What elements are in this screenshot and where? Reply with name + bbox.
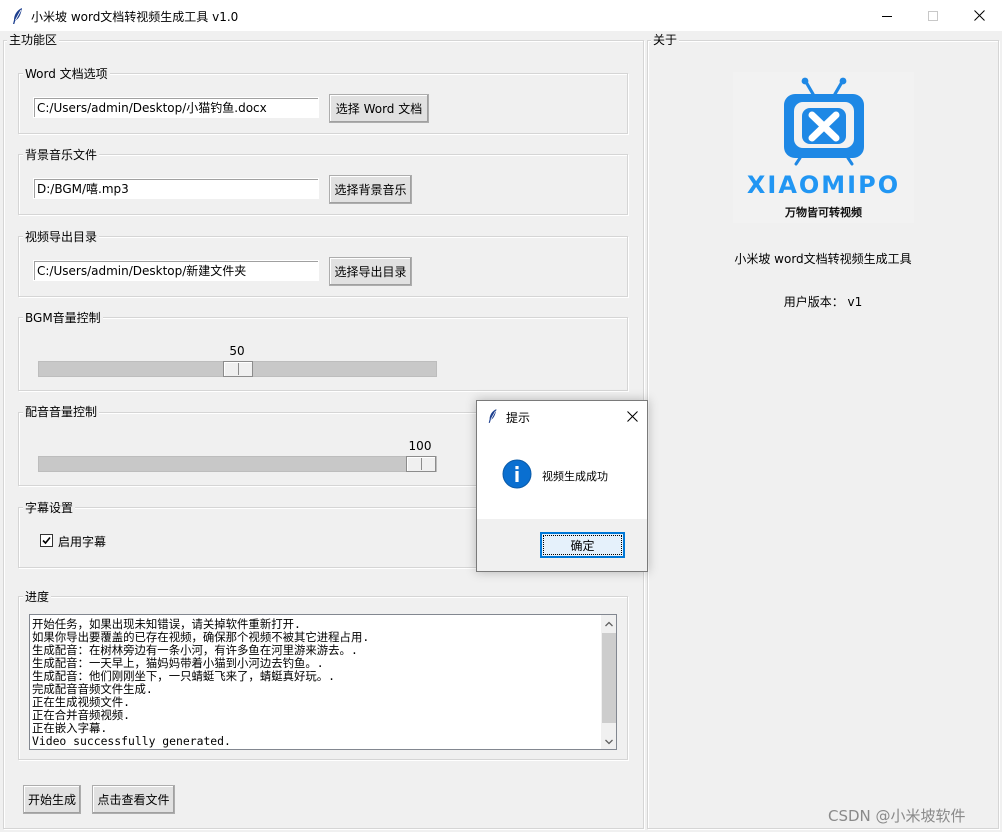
about-version: 用户版本： v1: [783, 295, 863, 309]
bgm-volume-section: [18, 317, 628, 391]
select-bgm-button[interactable]: 选择背景音乐: [329, 175, 412, 204]
output-section-label: 视频导出目录: [23, 230, 100, 244]
view-file-button[interactable]: 点击查看文件: [92, 785, 175, 814]
logo-wordmark: XIAOMIPO: [746, 171, 901, 199]
minimize-icon: [882, 15, 892, 17]
progress-scrollbar[interactable]: [601, 615, 616, 749]
subtitle-checkbox-label[interactable]: 启用字幕: [58, 533, 106, 550]
bgm-volume-handle[interactable]: [223, 361, 253, 377]
progress-log-text: 开始任务，如果出现未知错误，请关掉软件重新打开. 如果你导出要覆盖的已存在视频，确…: [31, 618, 601, 748]
output-dir-input[interactable]: C:/Users/admin/Desktop/新建文件夹: [33, 260, 319, 281]
select-output-button[interactable]: 选择导出目录: [329, 257, 412, 286]
dialog-title: 提示: [506, 411, 531, 425]
dialog-close-button[interactable]: [623, 407, 641, 425]
voice-volume-value: 100: [408, 439, 432, 453]
scrollbar-thumb[interactable]: [602, 633, 616, 723]
dialog-footer: 确定: [477, 519, 647, 571]
info-icon: [502, 459, 532, 489]
bgm-volume-slider[interactable]: [38, 361, 437, 377]
progress-section-label: 进度: [23, 590, 52, 604]
start-generate-button[interactable]: 开始生成: [23, 785, 81, 814]
log-line: Video successfully generated.: [32, 734, 231, 748]
word-section-label: Word 文档选项: [23, 67, 110, 81]
minimize-button[interactable]: [864, 0, 910, 31]
close-icon: [973, 10, 985, 21]
close-icon: [626, 410, 638, 422]
feather-icon: [488, 409, 497, 423]
info-dialog: 提示 视频生成成功 确定: [476, 400, 648, 572]
bgm-volume-label: BGM音量控制: [23, 311, 103, 325]
feather-icon: [13, 8, 22, 24]
about-panel-label: 关于: [651, 33, 680, 47]
word-path-input[interactable]: C:/Users/admin/Desktop/小猫钓鱼.docx: [33, 97, 319, 118]
logo-tagline: 万物皆可转视频: [785, 206, 862, 219]
about-app-name: 小米坡 word文档转视频生成工具: [734, 252, 912, 266]
bgm-path-input[interactable]: D:/BGM/嘻.mp3: [33, 178, 319, 199]
window-title: 小米坡 word文档转视频生成工具 v1.0: [31, 10, 239, 24]
scroll-down-icon[interactable]: [605, 739, 613, 745]
maximize-button[interactable]: [910, 0, 956, 31]
main-panel-label: 主功能区: [7, 33, 60, 47]
maximize-icon: [928, 10, 938, 21]
close-window-button[interactable]: [956, 0, 1002, 31]
voice-volume-slider[interactable]: [38, 456, 437, 472]
dialog-message: 视频生成成功: [542, 470, 608, 483]
app-logo: XIAOMIPO 万物皆可转视频: [733, 72, 914, 223]
checkmark-icon: [42, 536, 51, 545]
title-bar: 小米坡 word文档转视频生成工具 v1.0: [0, 0, 1002, 31]
log-line: 正在合并音频视频.: [32, 708, 130, 722]
bgm-section-label: 背景音乐文件: [23, 148, 100, 162]
voice-volume-handle[interactable]: [406, 456, 436, 472]
bgm-volume-value: 50: [229, 344, 245, 358]
progress-log[interactable]: 开始任务，如果出现未知错误，请关掉软件重新打开. 如果你导出要覆盖的已存在视频，确…: [29, 614, 617, 750]
watermark: CSDN @小米坡软件: [828, 807, 966, 825]
voice-volume-label: 配音音量控制: [23, 405, 100, 419]
scroll-up-icon[interactable]: [605, 621, 613, 627]
ok-button[interactable]: 确定: [540, 532, 625, 558]
subtitle-section-label: 字幕设置: [23, 501, 76, 515]
tv-logo-icon: [784, 77, 864, 166]
subtitle-checkbox[interactable]: [40, 534, 53, 547]
ok-button-label: 确定: [570, 538, 595, 553]
select-word-button[interactable]: 选择 Word 文档: [329, 94, 429, 123]
